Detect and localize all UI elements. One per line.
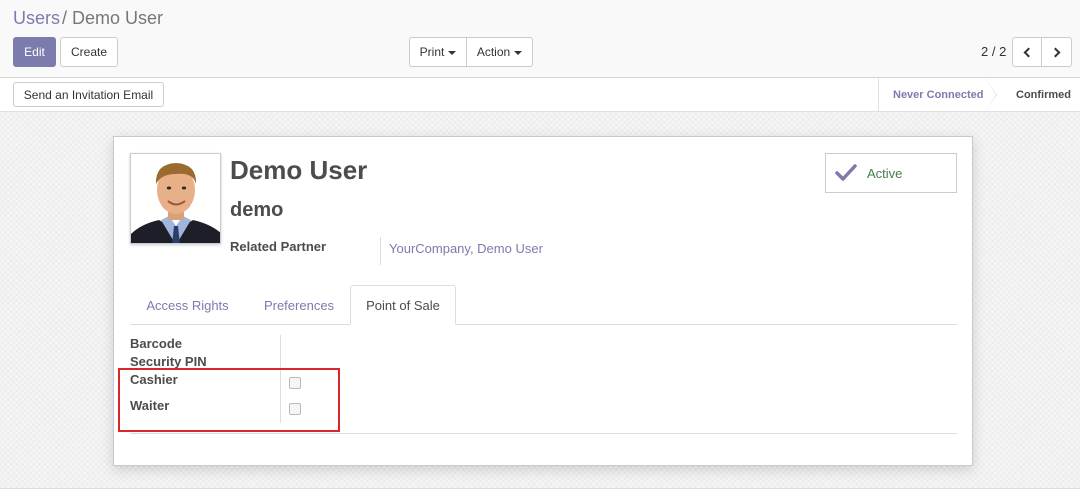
caret-down-icon	[448, 51, 457, 55]
control-panel: Users / Demo User Edit Create Print Action…	[0, 0, 1080, 78]
active-label: Active	[867, 165, 903, 181]
field-divider	[380, 237, 381, 265]
pager-next-button[interactable]	[1041, 37, 1072, 67]
avatar-photo	[131, 154, 220, 243]
tab-point-of-sale[interactable]: Point of Sale	[350, 285, 456, 325]
statusbar: Send an Invitation Email Never Connected…	[0, 78, 1080, 112]
pager-previous-button[interactable]	[1012, 37, 1042, 67]
create-button[interactable]: Create	[60, 37, 118, 67]
stage-never-connected: Never Connected	[878, 78, 997, 111]
related-partner-label: Related Partner	[230, 239, 327, 254]
highlight-box	[118, 368, 340, 432]
tab-access-rights[interactable]: Access Rights	[130, 285, 245, 325]
chevron-right-icon	[1050, 47, 1060, 57]
form-sheet: Demo User demo Related Partner YourCompa…	[113, 136, 973, 466]
related-partner-link[interactable]: YourCompany, Demo User	[389, 241, 543, 256]
user-login: demo	[230, 199, 284, 221]
breadcrumb-separator: /	[62, 8, 68, 28]
action-dropdown[interactable]: Action	[466, 37, 533, 67]
stage-label: Never Connected	[893, 88, 984, 101]
user-name-heading: Demo User	[230, 155, 368, 185]
active-toggle-button[interactable]: Active	[825, 153, 957, 193]
stage-confirmed: Confirmed	[996, 78, 1080, 111]
status-stages: Never Connected Confirmed	[878, 78, 1080, 111]
breadcrumb-current: Demo User	[72, 8, 164, 28]
user-avatar[interactable]	[130, 153, 221, 244]
notebook-tabs: Access Rights Preferences Point of Sale	[130, 285, 957, 325]
barcode-label: Barcode	[130, 336, 183, 351]
breadcrumb: Users / Demo User	[13, 8, 163, 29]
section-divider	[130, 433, 957, 434]
pager-value[interactable]: 2 / 2	[981, 44, 1006, 59]
caret-down-icon	[514, 51, 523, 55]
stage-label: Confirmed	[1016, 88, 1071, 101]
action-label: Action	[476, 45, 511, 59]
tab-preferences[interactable]: Preferences	[248, 285, 350, 325]
check-icon	[835, 164, 857, 181]
security-pin-label: Security PIN	[130, 354, 207, 369]
print-dropdown[interactable]: Print	[409, 37, 467, 67]
send-invitation-button[interactable]: Send an Invitation Email	[13, 82, 164, 107]
print-label: Print	[419, 45, 445, 59]
breadcrumb-users-link[interactable]: Users	[13, 8, 60, 28]
edit-button[interactable]: Edit	[13, 37, 56, 67]
chevron-left-icon	[1023, 47, 1034, 57]
